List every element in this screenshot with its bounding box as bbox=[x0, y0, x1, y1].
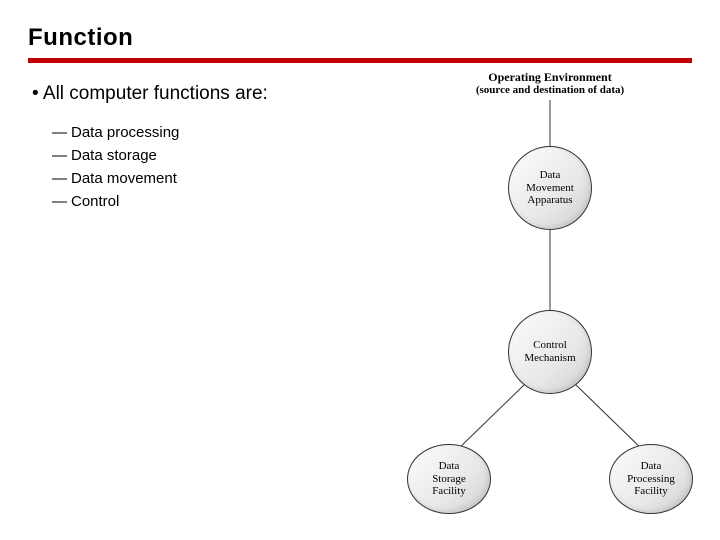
slide: Function All computer functions are: Dat… bbox=[0, 0, 720, 540]
node-label: Data Movement Apparatus bbox=[526, 169, 574, 207]
lead-bullet: All computer functions are: bbox=[32, 81, 373, 107]
title-underline bbox=[28, 58, 692, 63]
diagram: Operating Environment (source and destin… bbox=[385, 70, 715, 520]
list-item: Data movement bbox=[52, 167, 373, 190]
node-label: Control Mechanism bbox=[524, 339, 575, 364]
text-column: All computer functions are: Data process… bbox=[28, 81, 373, 214]
content-area: All computer functions are: Data process… bbox=[28, 81, 692, 214]
env-subtitle: (source and destination of data) bbox=[385, 84, 715, 97]
node-data-movement: Data Movement Apparatus bbox=[508, 146, 592, 230]
node-data-processing: Data Processing Facility bbox=[609, 444, 693, 514]
list-item: Data storage bbox=[52, 144, 373, 167]
list-item: Data processing bbox=[52, 121, 373, 144]
env-label: Operating Environment (source and destin… bbox=[385, 70, 715, 98]
slide-title: Function bbox=[28, 24, 692, 58]
env-title: Operating Environment bbox=[385, 70, 715, 84]
node-label: Data Processing Facility bbox=[627, 460, 675, 498]
node-data-storage: Data Storage Facility bbox=[407, 444, 491, 514]
node-label: Data Storage Facility bbox=[432, 460, 466, 498]
node-control-mechanism: Control Mechanism bbox=[508, 310, 592, 394]
list-item: Control bbox=[52, 190, 373, 213]
function-list: Data processing Data storage Data moveme… bbox=[32, 121, 373, 214]
